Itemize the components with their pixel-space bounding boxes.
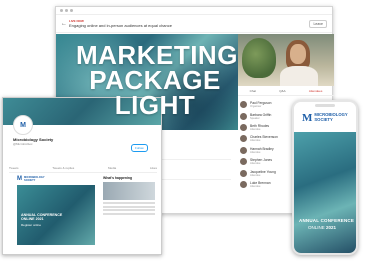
trend-image[interactable] [103,182,155,200]
hero-title: MARKETING PACKAGE LIGHT [76,42,237,120]
follow-button[interactable]: Follow [131,144,148,152]
attendee-role: Organiser [250,105,262,109]
panel-tabs: Chat Q&A Attendees [238,87,334,96]
society-logo: M MICROBIOLOGY SOCIETY [302,112,348,124]
tab-media[interactable]: Media [108,166,116,170]
phone-artwork: ANNUAL CONFERENCE ONLINE 2021 [294,132,356,253]
avatar [240,101,247,109]
person-body [280,66,318,86]
tweet[interactable]: M MICROBIOLOGY SOCIETY ANNUAL CONFERENCE O… [17,176,95,245]
tab-chat[interactable]: Chat [250,89,256,93]
tab-qa[interactable]: Q&A [279,89,285,93]
card-title: ANNUAL CONFERENCE ONLINE 2021 [21,213,63,222]
person-head [290,44,306,64]
phone-header: M MICROBIOLOGY SOCIETY [294,102,356,132]
avatar [240,158,247,166]
logo-text: MICROBIOLOGY SOCIETY [314,112,348,122]
avatar [240,169,247,177]
window-dot [65,9,68,12]
attendee-role: Attendee [250,184,261,188]
avatar [240,135,247,143]
profile-tabs: Tweets Tweets & replies Media Likes [9,166,157,173]
attendee-role: Attendee [250,127,261,131]
avatar [240,123,247,131]
twitter-profile-tablet: M Microbiology Society @MicrobioSoc Foll… [2,97,162,255]
avatar[interactable]: M [13,115,33,135]
m-logo-icon: M [17,176,22,182]
trends-title: What's happening [103,176,133,180]
tab-likes[interactable]: Likes [150,166,157,170]
m-logo-icon: M [302,112,313,124]
tab-tweets-replies[interactable]: Tweets & replies [52,166,74,170]
attendee-role: Speaker [250,116,260,120]
avatar [240,146,247,154]
tab-attendees[interactable]: Attendees [309,89,323,93]
attendee-role: Attendee [250,162,261,166]
plant-shape [242,38,276,78]
phone-mockup: M MICROBIOLOGY SOCIETY ANNUAL CONFERENCE … [292,100,358,255]
avatar [240,180,247,188]
hero-title-line: LIGHT [114,90,196,120]
leave-button[interactable]: Leave [309,19,327,28]
session-header: ← LIVE NOW Engaging online and in-person… [56,15,332,33]
session-title: Engaging online and in-person audiences … [69,23,172,28]
text-line [103,202,155,204]
tab-tweets[interactable]: Tweets [9,166,19,170]
tweet-logo: M MICROBIOLOGY SOCIETY [17,176,95,182]
attendee-role: Attendee [250,150,261,154]
phone-notch [315,104,335,107]
conference-label: ANNUAL CONFERENCE [299,218,355,223]
conference-edition: ONLINE 2021 [308,225,337,230]
avatar [240,112,247,120]
window-dot [60,9,63,12]
text-line [103,205,155,208]
back-arrow-icon[interactable]: ← [61,21,69,27]
text-line [103,212,155,215]
window-titlebar [56,7,332,15]
attendee-role: Attendee [250,173,261,177]
logo-text: MICROBIOLOGY SOCIETY [24,176,45,182]
tweet-media-card[interactable]: ANNUAL CONFERENCE ONLINE 2021 Register on… [17,185,95,245]
attendee-role: Attendee [250,139,261,143]
m-logo-icon: M [20,121,26,129]
account-handle: @MicrobioSoc [13,142,33,146]
text-line [103,209,155,211]
window-dot [70,9,73,12]
card-subtitle: Register online [21,223,42,227]
session-meta: LIVE NOW Engaging online and in-person a… [69,19,309,28]
speaker-video[interactable] [238,34,334,86]
trends-panel: What's happening [103,176,155,216]
